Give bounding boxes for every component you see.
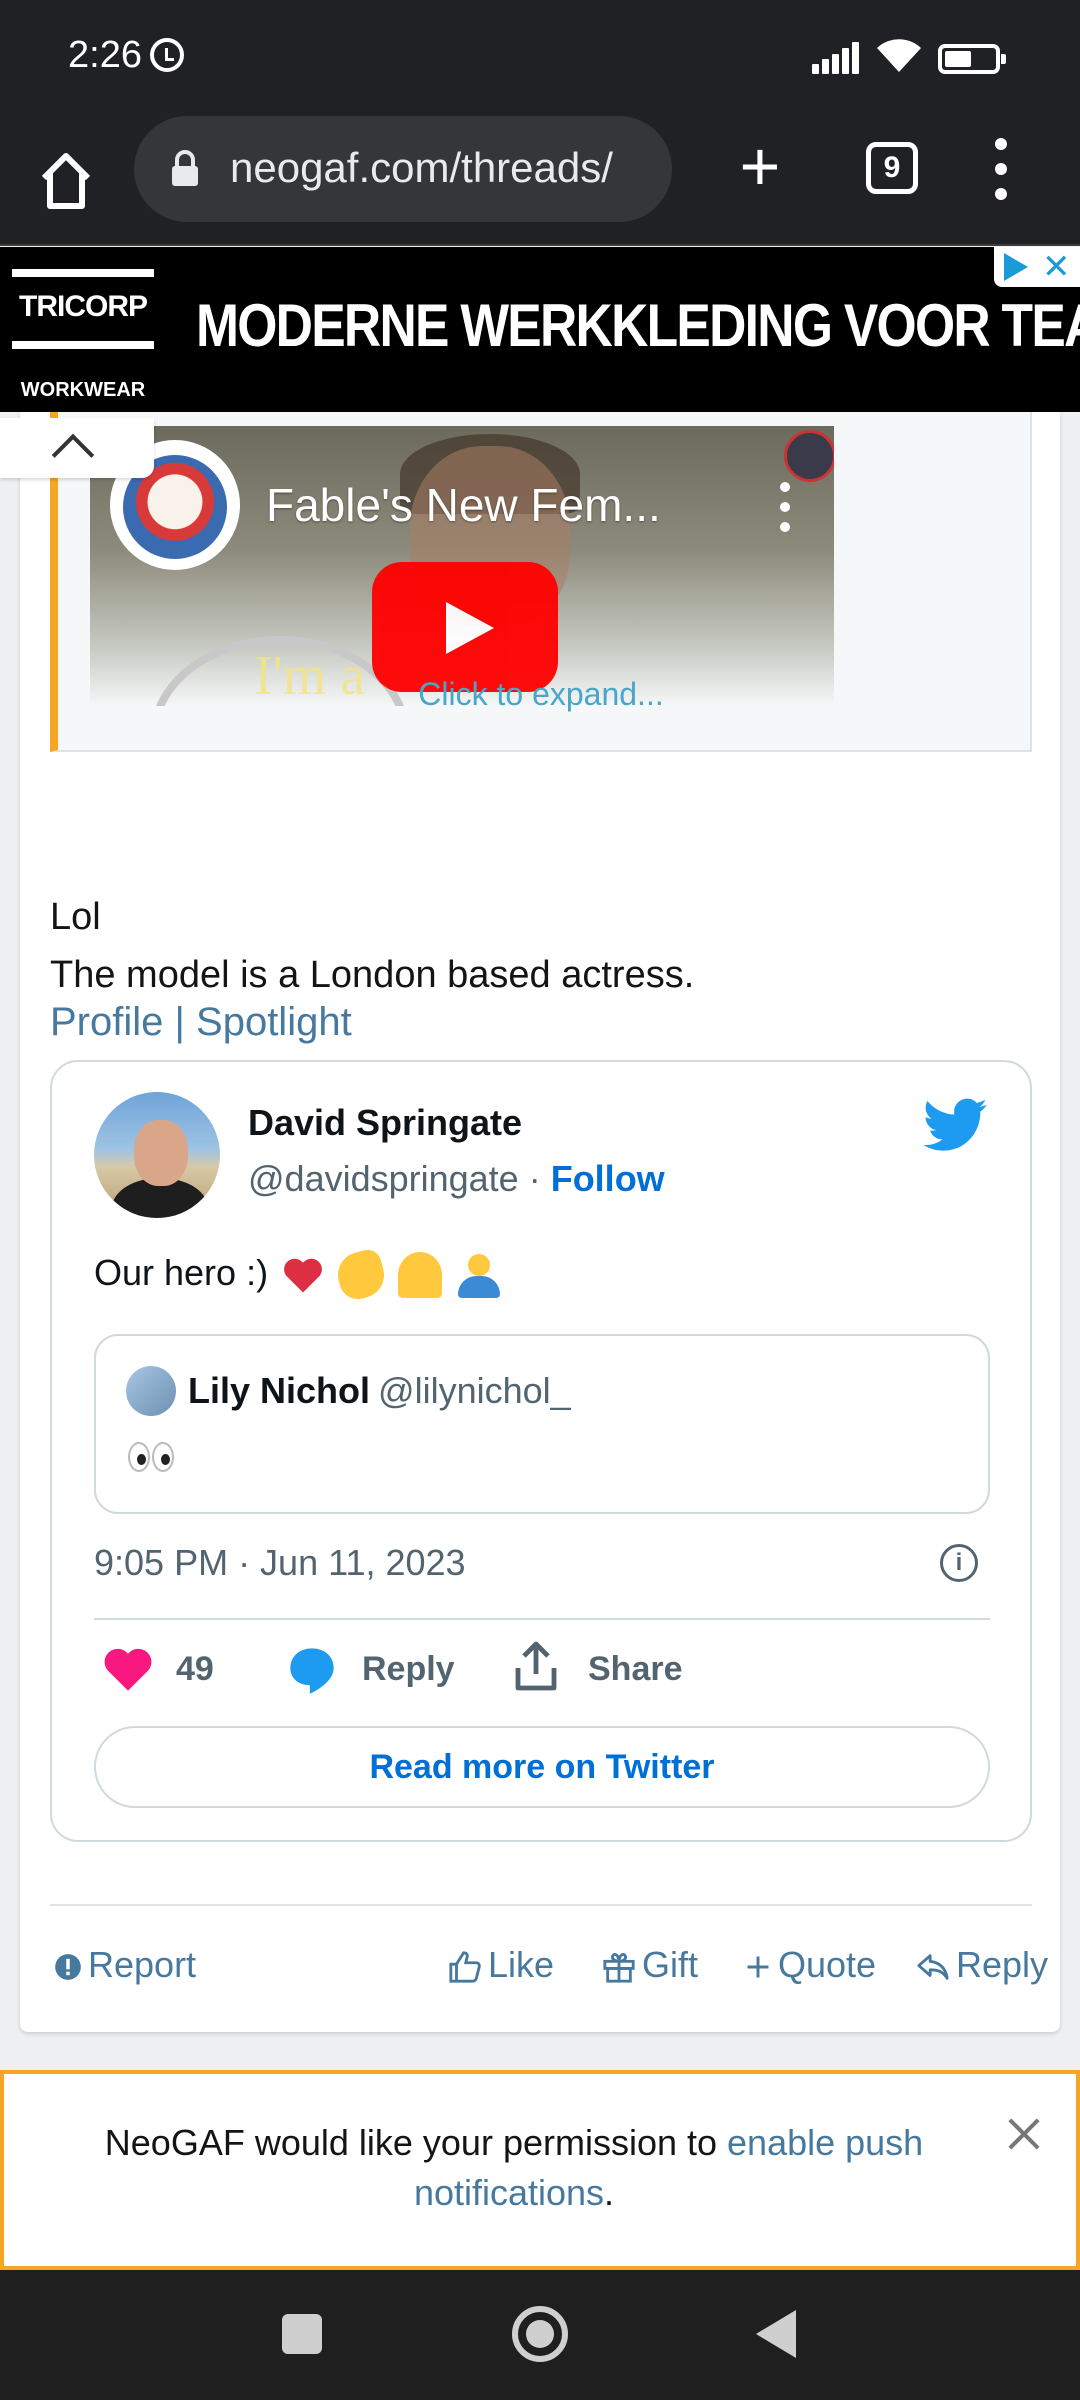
post-actions-divider <box>50 1904 1032 1906</box>
tweet-author-handle[interactable]: @davidspringate <box>248 1158 519 1199</box>
push-notification-banner: NeoGAF would like your permission to ena… <box>0 2070 1080 2270</box>
twitter-bird-icon[interactable] <box>924 1098 988 1152</box>
tweet-divider <box>94 1618 990 1620</box>
post-links: Profile | Spotlight <box>50 1000 352 1045</box>
ad-logo-brand: TRICORP <box>12 269 154 349</box>
quoted-tweet-avatar <box>126 1366 176 1416</box>
overflow-menu-icon[interactable] <box>986 136 1016 202</box>
person-emoji-icon <box>456 1252 502 1299</box>
post-line-1: Lol <box>50 896 101 938</box>
ad-logo: TRICORP WORKWEAR <box>12 259 154 401</box>
gift-icon <box>603 1953 635 1984</box>
forum-post: I'm a Fable's New Fem... Click to expand… <box>20 412 1060 2032</box>
spotlight-link[interactable]: Spotlight <box>196 1000 352 1044</box>
info-icon[interactable]: i <box>940 1544 978 1582</box>
collapse-toolbar-button[interactable] <box>0 418 154 478</box>
eyes-emoji-icon <box>128 1440 176 1474</box>
signal-icon <box>812 42 862 74</box>
ad-choices-icon[interactable]: ✕ <box>994 247 1080 287</box>
warning-icon <box>55 1954 81 1981</box>
plus-icon <box>747 1956 769 1978</box>
tweet-author-avatar[interactable] <box>94 1092 220 1218</box>
like-button[interactable]: Like <box>448 1944 554 1986</box>
close-icon[interactable] <box>1004 2114 1044 2154</box>
video-title[interactable]: Fable's New Fem... <box>266 478 661 532</box>
report-button[interactable]: Report <box>54 1944 196 1986</box>
tweet-timestamp[interactable]: 9:05 PM · Jun 11, 2023 <box>94 1542 466 1584</box>
ad-logo-sub: WORKWEAR <box>20 379 146 401</box>
profile-link[interactable]: Profile <box>50 1000 163 1044</box>
wifi-icon <box>877 39 921 72</box>
new-tab-icon[interactable]: + <box>730 131 790 201</box>
browser-toolbar: neogaf.com/threads/ + 9 <box>0 116 1080 246</box>
link-separator: | <box>163 1000 197 1044</box>
quote-label: Quote <box>778 1944 877 1985</box>
url-text: neogaf.com/threads/ <box>230 144 613 191</box>
push-text-before: NeoGAF would like your permission to <box>104 2122 728 2163</box>
tab-switcher-button[interactable]: 9 <box>866 142 918 194</box>
embedded-tweet[interactable]: David Springate @davidspringate · Follow… <box>50 1060 1032 1842</box>
reply-label: Reply <box>956 1944 1049 1985</box>
lock-icon <box>172 150 198 186</box>
handle-separator: · <box>518 1158 551 1199</box>
tweet-like-count[interactable]: 49 <box>176 1650 214 1689</box>
quoted-tweet-name: Lily Nichol <box>188 1370 371 1411</box>
channel-badge-icon <box>784 430 834 482</box>
reply-button[interactable]: Reply <box>916 1944 1048 1986</box>
page-content: I'm a Fable's New Fem... Click to expand… <box>0 412 1080 2070</box>
alarm-icon <box>150 38 184 72</box>
address-bar[interactable]: neogaf.com/threads/ <box>134 116 672 222</box>
gift-button[interactable]: Gift <box>602 1944 698 1986</box>
tweet-text-content: Our hero :) <box>94 1252 269 1293</box>
video-embed[interactable]: I'm a Fable's New Fem... <box>90 426 834 706</box>
system-nav-bar <box>0 2270 1080 2400</box>
share-icon[interactable] <box>512 1640 560 1692</box>
folded-hands-emoji-icon <box>398 1252 443 1299</box>
video-menu-icon[interactable] <box>778 482 794 532</box>
like-heart-icon[interactable] <box>102 1644 154 1694</box>
reply-bubble-icon[interactable] <box>286 1644 338 1696</box>
read-more-on-twitter-button[interactable]: Read more on Twitter <box>94 1726 990 1808</box>
push-notification-message: NeoGAF would like your permission to ena… <box>84 2118 944 2218</box>
like-label: Like <box>488 1944 555 1985</box>
gift-label: Gift <box>642 1944 699 1985</box>
post-actions-bar: Report Like Gift Quote Reply <box>50 1944 1048 1994</box>
push-text-after: . <box>604 2172 615 2213</box>
ad-banner[interactable]: TRICORP WORKWEAR MODERNE WERKKLEDING VOO… <box>0 247 1080 412</box>
home-nav-icon[interactable] <box>512 2306 568 2362</box>
quote-button[interactable]: Quote <box>744 1944 876 1986</box>
tweet-author-name[interactable]: David Springate <box>248 1102 522 1144</box>
home-icon[interactable] <box>36 144 96 214</box>
clapping-hands-emoji-icon <box>332 1247 390 1304</box>
quoted-tweet-author: Lily Nichol @lilynichol_ <box>188 1370 571 1412</box>
ad-info-icon[interactable] <box>1004 253 1028 281</box>
post-line-2: The model is a London based actress. <box>50 954 695 996</box>
quoted-tweet-handle: @lilynichol_ <box>378 1370 571 1411</box>
heart-emoji-icon <box>284 1259 322 1293</box>
click-to-expand-link[interactable]: Click to expand... <box>58 676 1024 713</box>
play-icon[interactable] <box>372 562 558 692</box>
battery-icon <box>938 44 1006 74</box>
ad-close-icon[interactable]: ✕ <box>1042 247 1071 287</box>
quote-block: I'm a Fable's New Fem... Click to expand… <box>50 412 1032 752</box>
thumbs-up-icon <box>449 1951 481 1984</box>
tweet-share-button[interactable]: Share <box>588 1650 683 1689</box>
report-label: Report <box>88 1944 197 1985</box>
ad-headline: MODERNE WERKKLEDING VOOR TEAMS. <box>196 292 1080 359</box>
reply-arrow-icon <box>917 1954 949 1981</box>
status-time: 2:26 <box>68 34 142 76</box>
back-icon[interactable] <box>756 2310 796 2358</box>
post-body: Lol The model is a London based actress. <box>50 888 694 1004</box>
quoted-tweet[interactable]: Lily Nichol @lilynichol_ <box>94 1334 990 1514</box>
follow-button[interactable]: Follow <box>551 1158 665 1199</box>
tweet-reply-button[interactable]: Reply <box>362 1650 455 1689</box>
recent-apps-icon[interactable] <box>282 2314 322 2354</box>
tweet-text: Our hero :) <box>94 1247 502 1304</box>
status-bar: 2:26 <box>0 0 1080 116</box>
tweet-author-handle-row: @davidspringate · Follow <box>248 1158 665 1200</box>
